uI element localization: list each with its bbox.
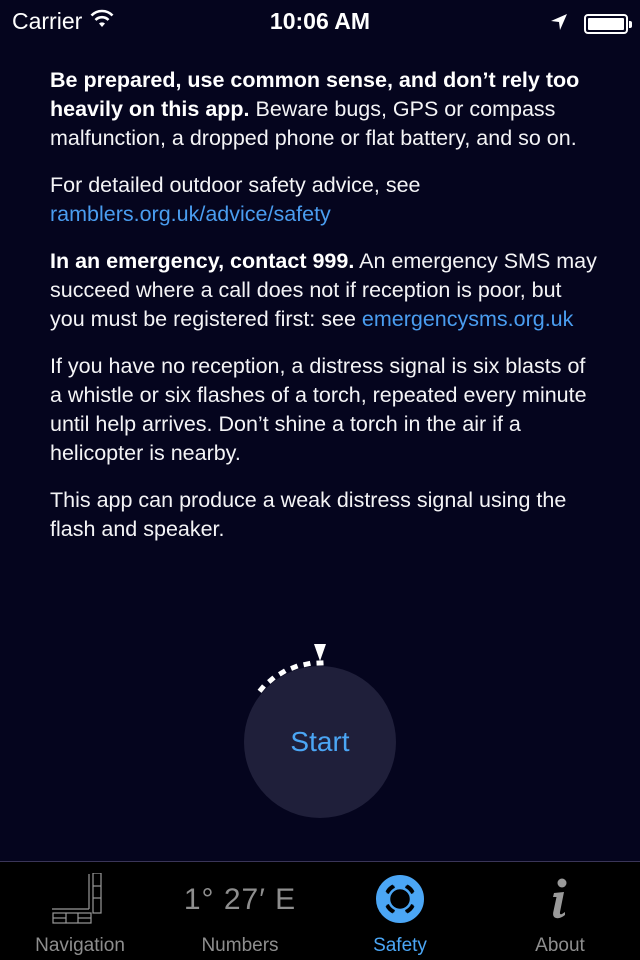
emergencysms-link[interactable]: emergencysms.org.uk: [362, 307, 574, 331]
status-right-group: [550, 10, 632, 37]
status-bar: Carrier 10:06 AM: [0, 0, 640, 40]
tab-bar: Navigation 1° 27′ E Numbers Safety About: [0, 861, 640, 960]
coordinate-readout: 1° 27′ E: [184, 868, 296, 930]
tab-navigation[interactable]: Navigation: [0, 862, 160, 960]
distress-text: If you have no reception, a distress sig…: [50, 354, 587, 465]
paragraph-advice: For detailed outdoor safety advice, see …: [50, 171, 600, 229]
paragraph-prepared: Be prepared, use common sense, and don’t…: [50, 66, 600, 153]
paragraph-app-signal: This app can produce a weak distress sig…: [50, 486, 600, 544]
emergency-heading: In an emergency, contact 999.: [50, 249, 355, 273]
tab-label: Numbers: [201, 935, 279, 956]
paragraph-distress: If you have no reception, a distress sig…: [50, 352, 600, 468]
navigation-map-icon: [52, 868, 108, 930]
advice-text: For detailed outdoor safety advice, see: [50, 173, 421, 197]
dial-marker-icon: [314, 644, 326, 661]
clock: 10:06 AM: [269, 8, 371, 34]
tab-label: Safety: [373, 935, 427, 956]
start-button[interactable]: Start: [244, 666, 396, 818]
app-signal-text: This app can produce a weak distress sig…: [50, 488, 567, 541]
location-arrow-icon: [550, 10, 568, 37]
tab-safety[interactable]: Safety: [320, 862, 480, 960]
safety-text: Be prepared, use common sense, and don’t…: [50, 66, 600, 562]
lifebuoy-icon: [375, 868, 425, 930]
battery-icon: [584, 13, 632, 34]
tab-label: Navigation: [35, 935, 125, 956]
tab-label: About: [535, 935, 585, 956]
longitude-text: 1° 27′ E: [183, 883, 297, 916]
info-icon: [548, 868, 572, 930]
distress-signal-control: Start: [220, 630, 420, 830]
paragraph-emergency: In an emergency, contact 999. An emergen…: [50, 247, 600, 334]
ramblers-link[interactable]: ramblers.org.uk/advice/safety: [50, 202, 331, 226]
tab-numbers[interactable]: 1° 27′ E Numbers: [160, 862, 320, 960]
dial-dot: [316, 660, 324, 666]
tab-about[interactable]: About: [480, 862, 640, 960]
battery-level: [588, 17, 624, 30]
